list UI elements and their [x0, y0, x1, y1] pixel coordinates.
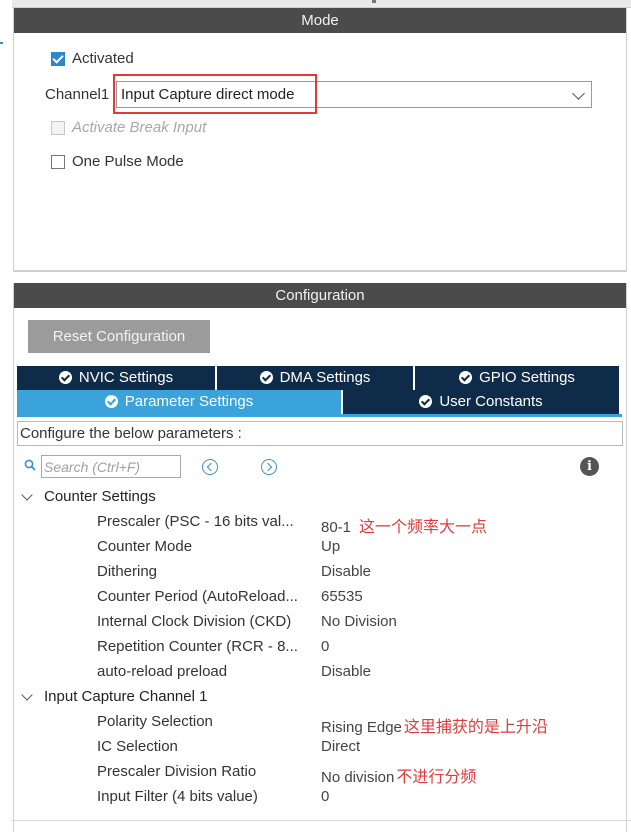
- group-input-capture-channel-1[interactable]: Input Capture Channel 1: [21, 688, 208, 705]
- param-input-filter-value[interactable]: 0: [321, 788, 329, 805]
- tab-parameter-settings[interactable]: Parameter Settings: [17, 390, 341, 414]
- one-pulse-label: One Pulse Mode: [72, 153, 184, 170]
- param-clock-division-name[interactable]: Internal Clock Division (CKD): [97, 613, 291, 630]
- mode-header: Mode: [14, 8, 626, 33]
- one-pulse-row[interactable]: One Pulse Mode: [51, 153, 184, 170]
- search-previous-icon[interactable]: [202, 459, 218, 475]
- chevron-down-icon[interactable]: [572, 87, 585, 100]
- tab-label: NVIC Settings: [78, 369, 174, 386]
- tab-label: Parameter Settings: [124, 393, 254, 410]
- tab-dma-settings[interactable]: DMA Settings: [217, 366, 413, 390]
- chevron-down-icon[interactable]: [21, 488, 33, 501]
- check-circle-icon: [459, 371, 473, 384]
- param-dithering-name[interactable]: Dithering: [97, 563, 157, 580]
- configuration-header: Configuration: [14, 283, 626, 308]
- tab-underline: [17, 414, 622, 417]
- activated-checkbox[interactable]: [51, 51, 65, 66]
- left-gutter: [0, 0, 12, 832]
- break-input-label: Activate Break Input: [72, 119, 207, 136]
- bottom-divider: [12, 820, 631, 821]
- parameters-description: Configure the below parameters :: [17, 421, 623, 446]
- mode-panel: Mode Activated Channel1 Input Capture di…: [13, 8, 627, 272]
- param-dithering-value[interactable]: Disable: [321, 563, 371, 580]
- search-icon: [24, 459, 36, 471]
- param-value-text[interactable]: 80-1: [321, 519, 351, 536]
- param-auto-reload-name[interactable]: auto-reload preload: [97, 663, 227, 680]
- param-clock-division-value[interactable]: No Division: [321, 613, 397, 630]
- param-input-filter-name[interactable]: Input Filter (4 bits value): [97, 788, 258, 805]
- param-auto-reload-value[interactable]: Disable: [321, 663, 371, 680]
- activated-label: Activated: [72, 50, 134, 67]
- check-circle-icon: [104, 395, 118, 408]
- one-pulse-checkbox[interactable]: [51, 154, 65, 169]
- param-value-text[interactable]: Rising Edge: [321, 719, 402, 736]
- param-prescaler-name[interactable]: Prescaler (PSC - 16 bits val...: [97, 513, 294, 530]
- check-circle-icon: [419, 395, 433, 408]
- tab-label: GPIO Settings: [479, 369, 575, 386]
- param-repetition-counter-value[interactable]: 0: [321, 638, 329, 655]
- check-circle-icon: [58, 371, 72, 384]
- param-polarity-name[interactable]: Polarity Selection: [97, 713, 213, 730]
- param-counter-period-name[interactable]: Counter Period (AutoReload...: [97, 588, 298, 605]
- search-input[interactable]: [41, 455, 181, 478]
- tab-user-constants[interactable]: User Constants: [343, 390, 619, 414]
- reset-configuration-button[interactable]: Reset Configuration: [28, 320, 210, 353]
- channel1-label: Channel1: [45, 86, 110, 103]
- group-label: Input Capture Channel 1: [44, 688, 208, 705]
- group-label: Counter Settings: [44, 488, 156, 505]
- param-repetition-counter-name[interactable]: Repetition Counter (RCR - 8...: [97, 638, 298, 655]
- annotation-note: 这里捕获的是上升沿: [403, 717, 548, 736]
- param-counter-mode-name[interactable]: Counter Mode: [97, 538, 192, 555]
- param-ic-selection-value[interactable]: Direct: [321, 738, 360, 755]
- configuration-panel: Configuration Reset Configuration NVIC S…: [13, 283, 627, 832]
- annotation-note: 不进行分频: [396, 767, 477, 786]
- top-strip: [12, 0, 631, 8]
- red-highlight-box: [113, 74, 317, 114]
- param-prescaler-ratio-value[interactable]: No division 不进行分频: [321, 763, 476, 787]
- tab-label: DMA Settings: [279, 369, 371, 386]
- tab-nvic-settings[interactable]: NVIC Settings: [17, 366, 215, 390]
- check-circle-icon: [259, 371, 273, 384]
- splitter-marker: [0, 42, 3, 44]
- chevron-down-icon[interactable]: [21, 688, 33, 701]
- strip-grip-icon: [372, 0, 376, 3]
- param-prescaler-ratio-name[interactable]: Prescaler Division Ratio: [97, 763, 256, 780]
- param-value-text[interactable]: No division: [321, 769, 394, 786]
- break-input-row: Activate Break Input: [51, 119, 206, 136]
- param-ic-selection-name[interactable]: IC Selection: [97, 738, 178, 755]
- param-counter-mode-value[interactable]: Up: [321, 538, 340, 555]
- annotation-note: 这一个频率大一点: [359, 517, 488, 536]
- search-next-icon[interactable]: [261, 459, 277, 475]
- tab-label: User Constants: [439, 393, 543, 410]
- activated-row[interactable]: Activated: [51, 50, 134, 67]
- param-prescaler-value[interactable]: 80-1 这一个频率大一点: [321, 513, 487, 537]
- info-icon[interactable]: i: [580, 457, 599, 476]
- break-input-checkbox: [51, 120, 65, 135]
- tab-gpio-settings[interactable]: GPIO Settings: [415, 366, 619, 390]
- group-counter-settings[interactable]: Counter Settings: [21, 488, 156, 505]
- param-polarity-value[interactable]: Rising Edge 这里捕获的是上升沿: [321, 713, 548, 737]
- param-counter-period-value[interactable]: 65535: [321, 588, 363, 605]
